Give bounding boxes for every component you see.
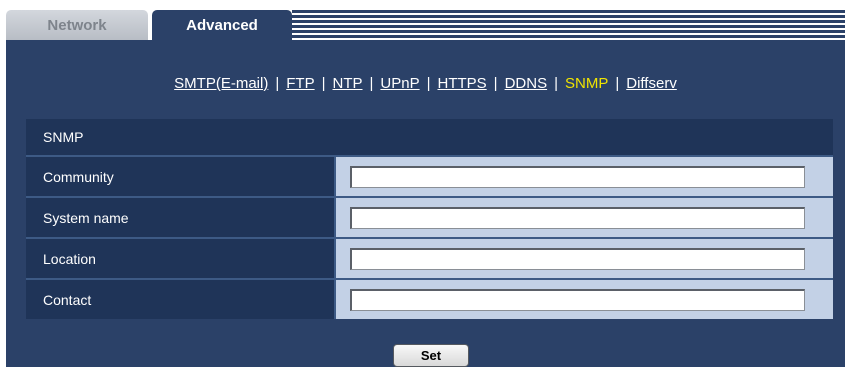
row-contact: Contact	[26, 280, 833, 319]
contact-cell	[336, 280, 833, 319]
sub-navigation: SMTP(E-mail) | FTP | NTP | UPnP | HTTPS | DDNS | SNM…	[6, 75, 845, 92]
nav-link-smtp[interactable]: SMTP(E-mail)	[174, 75, 268, 92]
system-name-input[interactable]	[350, 206, 805, 229]
tab-strip-decoration	[292, 10, 845, 40]
row-community: Community	[26, 157, 833, 198]
nav-separator: |	[426, 75, 431, 92]
location-input[interactable]	[350, 247, 805, 270]
nav-separator: |	[369, 75, 374, 92]
community-label: Community	[26, 157, 336, 196]
community-cell	[336, 157, 833, 196]
nav-link-ntp[interactable]: NTP	[333, 75, 363, 92]
section-header: SNMP	[26, 119, 833, 157]
tab-advanced[interactable]: Advanced	[152, 10, 292, 40]
nav-link-ddns[interactable]: DDNS	[505, 75, 548, 92]
contact-input[interactable]	[350, 288, 805, 311]
row-location: Location	[26, 239, 833, 280]
contact-label: Contact	[26, 280, 336, 319]
snmp-settings-table: SNMP Community System name Location Cont…	[26, 119, 833, 319]
tab-network[interactable]: Network	[6, 10, 148, 40]
location-cell	[336, 239, 833, 278]
nav-separator: |	[615, 75, 620, 92]
set-button[interactable]: Set	[393, 344, 469, 367]
advanced-panel: SMTP(E-mail) | FTP | NTP | UPnP | HTTPS | DDNS | SNM…	[6, 40, 845, 367]
nav-link-ftp[interactable]: FTP	[286, 75, 314, 92]
community-input[interactable]	[350, 165, 805, 188]
nav-separator: |	[321, 75, 326, 92]
nav-link-snmp: SNMP	[565, 75, 609, 92]
tab-strip: Network Advanced	[0, 0, 845, 40]
nav-separator: |	[554, 75, 558, 92]
system-name-cell	[336, 198, 833, 237]
row-system-name: System name	[26, 198, 833, 239]
nav-link-https[interactable]: HTTPS	[438, 75, 487, 92]
tab-strip-cap	[292, 10, 845, 13]
nav-separator: |	[275, 75, 280, 92]
nav-link-diffserv[interactable]: Diffserv	[626, 75, 677, 92]
nav-link-upnp[interactable]: UPnP	[380, 75, 419, 92]
nav-separator: |	[493, 75, 498, 92]
system-name-label: System name	[26, 198, 336, 237]
location-label: Location	[26, 239, 336, 278]
